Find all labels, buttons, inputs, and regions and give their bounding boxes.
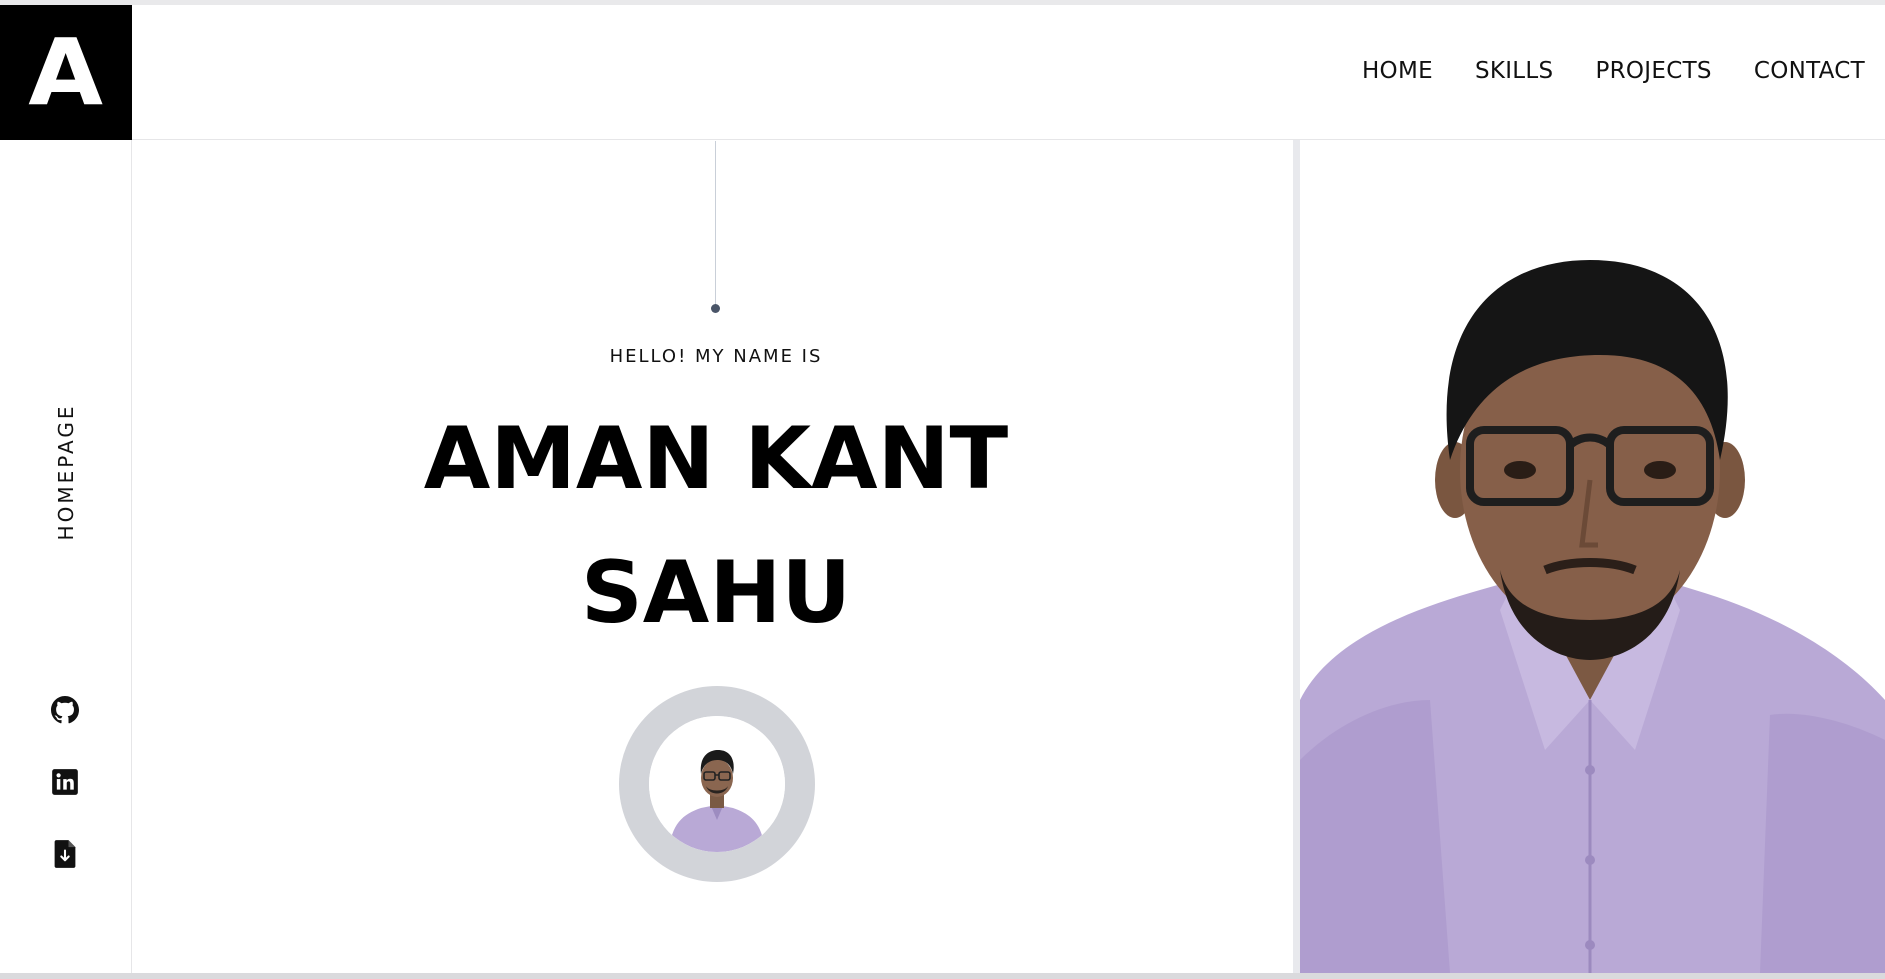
nav-skills[interactable]: SKILLS <box>1475 58 1554 84</box>
page: A HOME SKILLS PROJECTS CONTACT HOMEPAGE <box>0 0 1885 979</box>
sidebar: HOMEPAGE <box>0 140 132 973</box>
logo[interactable]: A <box>0 5 132 140</box>
profile-photo <box>1300 140 1885 973</box>
hero-greeting: HELLO! MY NAME IS <box>609 346 823 367</box>
hero-name: AMAN KANT SAHU <box>392 392 1040 660</box>
file-download-icon[interactable] <box>47 836 83 872</box>
browser-bottom-edge <box>0 973 1885 979</box>
linkedin-icon[interactable] <box>47 764 83 800</box>
logo-letter: A <box>28 18 104 126</box>
decorative-vertical-line <box>715 141 716 306</box>
browser-top-edge <box>0 0 1885 5</box>
sidebar-page-label: HOMEPAGE <box>54 403 78 541</box>
github-icon[interactable] <box>47 692 83 728</box>
panel-divider <box>1293 140 1300 973</box>
nav-home[interactable]: HOME <box>1362 58 1433 84</box>
decorative-dot <box>711 304 720 313</box>
avatar-photo <box>649 716 785 852</box>
nav-contact[interactable]: CONTACT <box>1754 58 1865 84</box>
hero-name-line-2: SAHU <box>580 543 852 643</box>
hero-name-line-1: AMAN KANT <box>423 409 1009 509</box>
nav-projects[interactable]: PROJECTS <box>1595 58 1711 84</box>
avatar <box>619 686 815 882</box>
main-nav: HOME SKILLS PROJECTS CONTACT <box>1362 58 1865 84</box>
